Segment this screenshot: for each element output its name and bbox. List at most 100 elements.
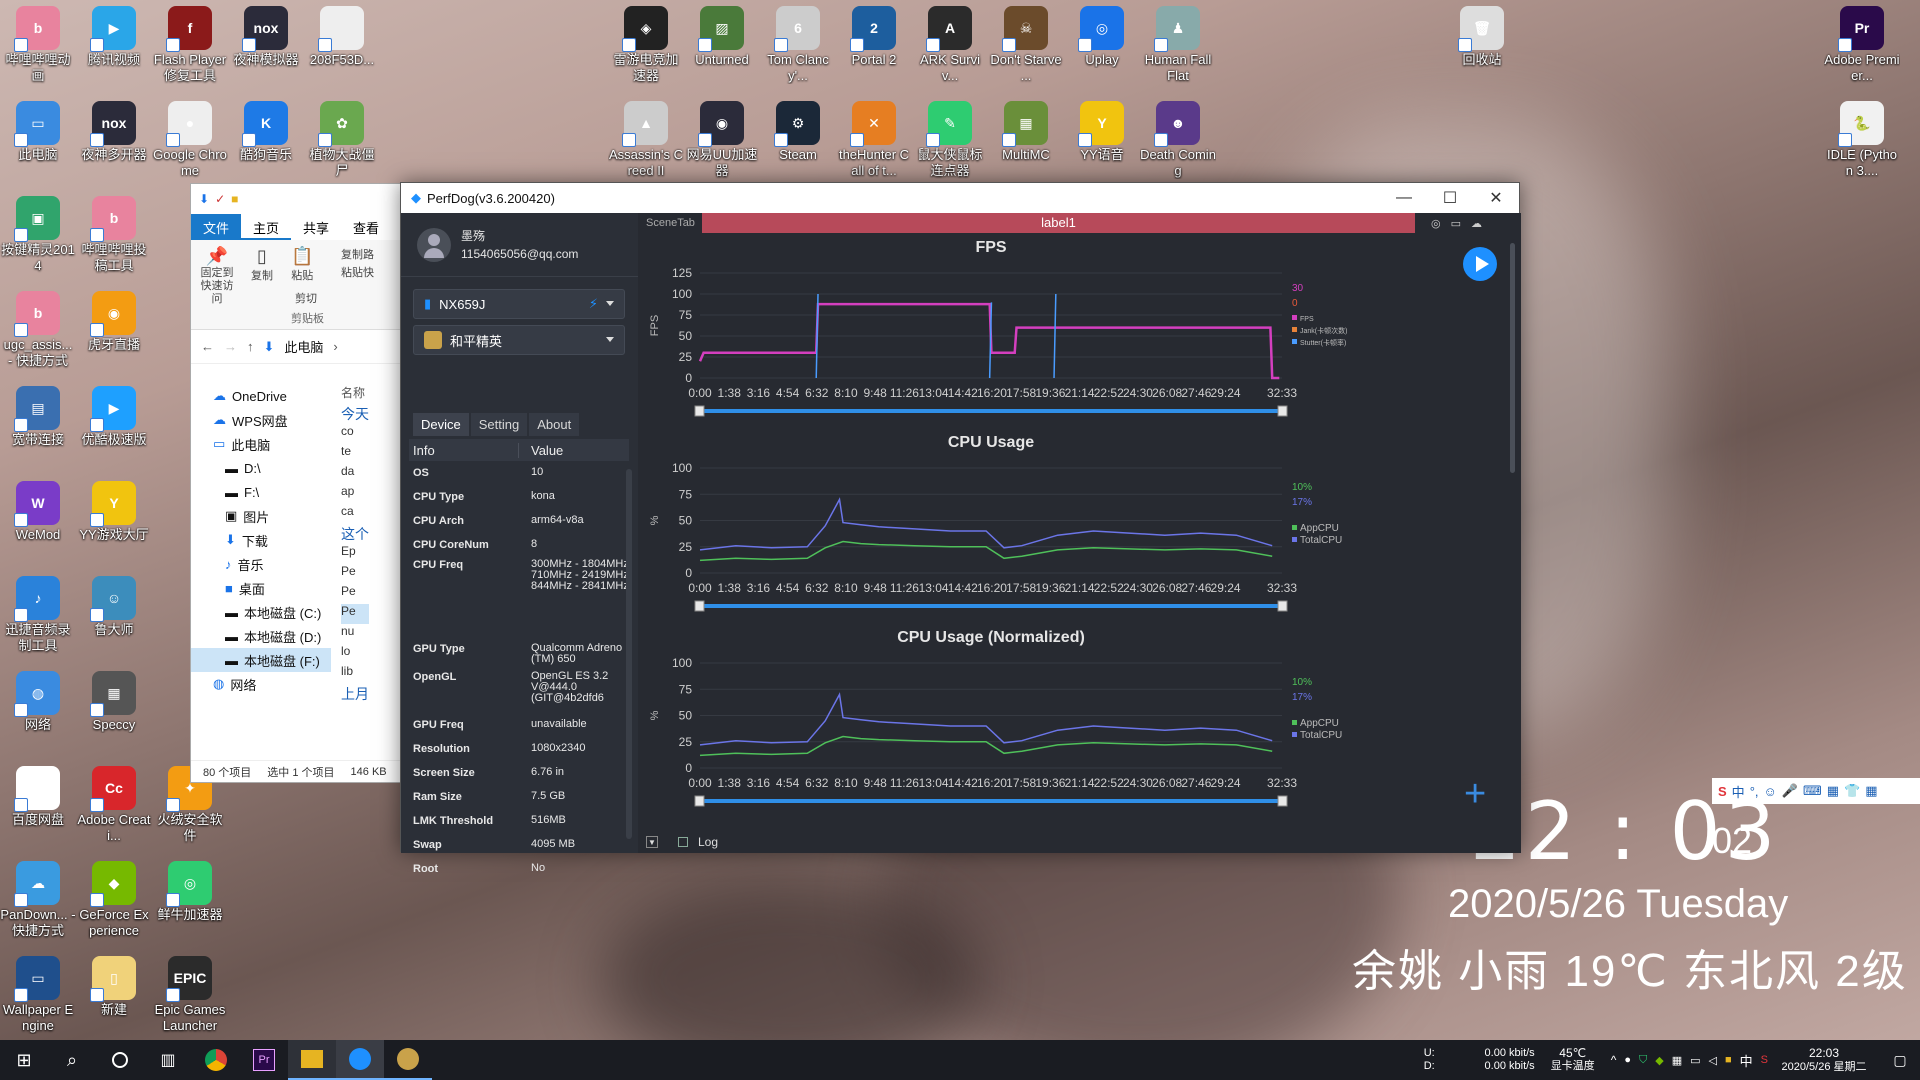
device-select[interactable]: ▮ NX659J ⚡ bbox=[413, 289, 625, 319]
desktop-icon[interactable]: ▭ 此电脑 bbox=[0, 101, 76, 163]
desktop-icon[interactable]: Pr Adobe Premier... bbox=[1824, 6, 1900, 84]
desktop-icon[interactable]: 🗑 回收站 bbox=[1444, 6, 1520, 68]
file-explorer-window[interactable]: ⬇ ✓ ■ 文件 主页 共享 查看 📌 固定到快速访问 ▯ 复制 📋 粘贴 复制… bbox=[190, 183, 405, 783]
desktop-icon[interactable]: ◉ 虎牙直播 bbox=[76, 291, 152, 353]
keyboard-icon[interactable]: ⌨ bbox=[1803, 783, 1822, 799]
list-item[interactable]: te bbox=[341, 444, 369, 464]
tab-about[interactable]: About bbox=[529, 413, 580, 436]
tab-device[interactable]: Device bbox=[413, 413, 469, 436]
desktop-icon[interactable]: ☻ Death Coming bbox=[1140, 101, 1216, 179]
folder-icon[interactable]: ■ bbox=[231, 192, 238, 206]
tab-file[interactable]: 文件 bbox=[191, 214, 242, 240]
tree-item-onedrive[interactable]: ☁ OneDrive bbox=[191, 384, 331, 408]
desktop-icon[interactable]: b ugc_assis... - 快捷方式 bbox=[0, 291, 76, 369]
pin-button[interactable]: 📌 固定到快速访问 bbox=[197, 246, 237, 306]
desktop-icon[interactable]: ▯ 新建 bbox=[76, 956, 152, 1018]
desktop-icon[interactable]: A ARK Surviv... bbox=[912, 6, 988, 84]
taskbar-chrome[interactable] bbox=[192, 1040, 240, 1080]
desktop-icon[interactable]: ♪ 迅捷音频录制工具 bbox=[0, 576, 76, 654]
breadcrumb-chevron-icon[interactable]: › bbox=[333, 339, 337, 354]
desktop-icon[interactable]: 6 Tom Clancy'... bbox=[760, 6, 836, 84]
paste-button[interactable]: 📋 粘贴 bbox=[291, 246, 313, 283]
ime-mode[interactable]: 中 bbox=[1732, 782, 1745, 801]
desktop-icon[interactable]: ◎ Uplay bbox=[1064, 6, 1140, 68]
desktop-icon[interactable]: ✿ 植物大战僵尸 bbox=[304, 101, 380, 179]
up-icon[interactable]: ↑ bbox=[247, 339, 254, 354]
copy-button[interactable]: ▯ 复制 bbox=[251, 246, 273, 283]
list-item[interactable]: lo bbox=[341, 644, 369, 664]
desktop-icon[interactable]: ▶ 优酷极速版 bbox=[76, 386, 152, 448]
close-button[interactable]: ✕ bbox=[1473, 183, 1519, 213]
list-item[interactable]: ap bbox=[341, 484, 369, 504]
wifi-icon[interactable]: ▦ bbox=[1672, 1054, 1682, 1067]
desktop-icon[interactable]: ▦ Speccy bbox=[76, 671, 152, 733]
tree-item-d2[interactable]: ▬ 本地磁盘 (D:) bbox=[191, 624, 331, 648]
desktop-icon[interactable]: ▶ 腾讯视频 bbox=[76, 6, 152, 68]
folder-icon[interactable]: ▭ bbox=[1451, 217, 1461, 230]
tab-view[interactable]: 查看 bbox=[341, 214, 391, 240]
punctuation-icon[interactable]: °, bbox=[1750, 784, 1759, 799]
tree-item-network[interactable]: ◍ 网络 bbox=[191, 672, 331, 696]
sogou-icon[interactable]: S bbox=[1718, 784, 1727, 799]
tree-item-d[interactable]: ▬ D:\ bbox=[191, 456, 331, 480]
tree-item-pictures[interactable]: ▣ 图片 bbox=[191, 504, 331, 528]
copy-path-button[interactable]: 复制路 bbox=[341, 246, 374, 262]
desktop-icon[interactable]: ▣ 按键精灵2014 bbox=[0, 196, 76, 274]
desktop-icon[interactable]: EPIC Epic Games Launcher bbox=[152, 956, 228, 1034]
desktop-icon[interactable]: ☁ 百度网盘 bbox=[0, 766, 76, 828]
shield-icon[interactable]: ⛉ bbox=[1639, 1054, 1647, 1067]
taskbar-premiere[interactable]: Pr bbox=[240, 1040, 288, 1080]
list-item[interactable]: nu bbox=[341, 624, 369, 644]
avatar[interactable] bbox=[417, 227, 451, 262]
desktop-icon[interactable]: ◆ GeForce Experience bbox=[76, 861, 152, 939]
group-header[interactable]: 上月 bbox=[341, 684, 369, 704]
desktop-icon[interactable]: ☠ Don't Starve ... bbox=[988, 6, 1064, 84]
paste-shortcut-button[interactable]: 粘贴快 bbox=[341, 264, 374, 280]
desktop-icon[interactable]: nox 夜神模拟器 bbox=[228, 6, 304, 68]
properties-icon[interactable]: ✓ bbox=[215, 192, 225, 206]
desktop-icon[interactable]: Y YY语音 bbox=[1064, 101, 1140, 163]
search-button[interactable]: ⌕ bbox=[48, 1040, 96, 1080]
list-item[interactable]: Pe bbox=[341, 584, 369, 604]
tab-setting[interactable]: Setting bbox=[470, 413, 528, 436]
qq-icon[interactable]: ● bbox=[1624, 1054, 1631, 1066]
desktop-icon[interactable]: ✎ 鼠大侠鼠标连点器 bbox=[912, 101, 988, 179]
tab-home[interactable]: 主页 bbox=[241, 214, 292, 240]
collapse-icon[interactable]: ▼ bbox=[646, 836, 658, 848]
nvidia-icon[interactable]: ◆ bbox=[1655, 1054, 1663, 1067]
tree-item-f2[interactable]: ▬ 本地磁盘 (F:) bbox=[191, 648, 331, 672]
desktop-icon[interactable]: ● Google Chrome bbox=[152, 101, 228, 179]
desktop-icon[interactable]: ☺ 鲁大师 bbox=[76, 576, 152, 638]
back-icon[interactable]: ← bbox=[201, 339, 214, 354]
tree-item-wps[interactable]: ☁ WPS网盘 bbox=[191, 408, 331, 432]
minimize-button[interactable]: — bbox=[1381, 183, 1427, 213]
desktop-icon[interactable]: ◎ 鲜牛加速器 bbox=[152, 861, 228, 923]
chart-scrollbar[interactable] bbox=[1510, 243, 1515, 473]
skin-icon[interactable]: 👕 bbox=[1844, 783, 1860, 799]
desktop-icon[interactable]: ☁ PanDown... - 快捷方式 bbox=[0, 861, 76, 939]
display-icon[interactable]: ▭ bbox=[1690, 1054, 1700, 1067]
more-icon[interactable]: ▦ bbox=[1865, 783, 1877, 799]
desktop-icon[interactable]: W WeMod bbox=[0, 481, 76, 543]
location-icon[interactable]: ◎ bbox=[1431, 217, 1441, 230]
taskbar-game[interactable] bbox=[384, 1040, 432, 1080]
sogou-icon[interactable]: S bbox=[1761, 1054, 1768, 1066]
desktop-icon[interactable]: ◉ 网易UU加速器 bbox=[684, 101, 760, 179]
tree-item-this-pc[interactable]: ▭ 此电脑 bbox=[191, 432, 331, 456]
app-select[interactable]: 和平精英 bbox=[413, 325, 625, 355]
desktop-icon[interactable]: ▤ 宽带连接 bbox=[0, 386, 76, 448]
volume-icon[interactable]: ◁ bbox=[1709, 1054, 1717, 1067]
list-item[interactable]: Pe bbox=[341, 564, 369, 584]
list-item[interactable]: Pe bbox=[341, 604, 369, 624]
cortana-button[interactable] bbox=[96, 1040, 144, 1080]
play-button[interactable] bbox=[1463, 247, 1497, 281]
breadcrumb[interactable]: 此电脑 bbox=[284, 337, 323, 356]
group-header[interactable]: 这个 bbox=[341, 524, 369, 544]
desktop-icon[interactable]: b 哔哩哔哩投稿工具 bbox=[76, 196, 152, 274]
desktop-icon[interactable]: Cc Adobe Creati... bbox=[76, 766, 152, 844]
cut-button[interactable]: 剪切 bbox=[295, 290, 317, 306]
explorer-titlebar[interactable]: ⬇ ✓ ■ bbox=[191, 184, 404, 214]
tab-share[interactable]: 共享 bbox=[291, 214, 341, 240]
desktop-icon[interactable]: ♟ Human Fall Flat bbox=[1140, 6, 1216, 84]
list-item[interactable]: lib bbox=[341, 664, 369, 684]
